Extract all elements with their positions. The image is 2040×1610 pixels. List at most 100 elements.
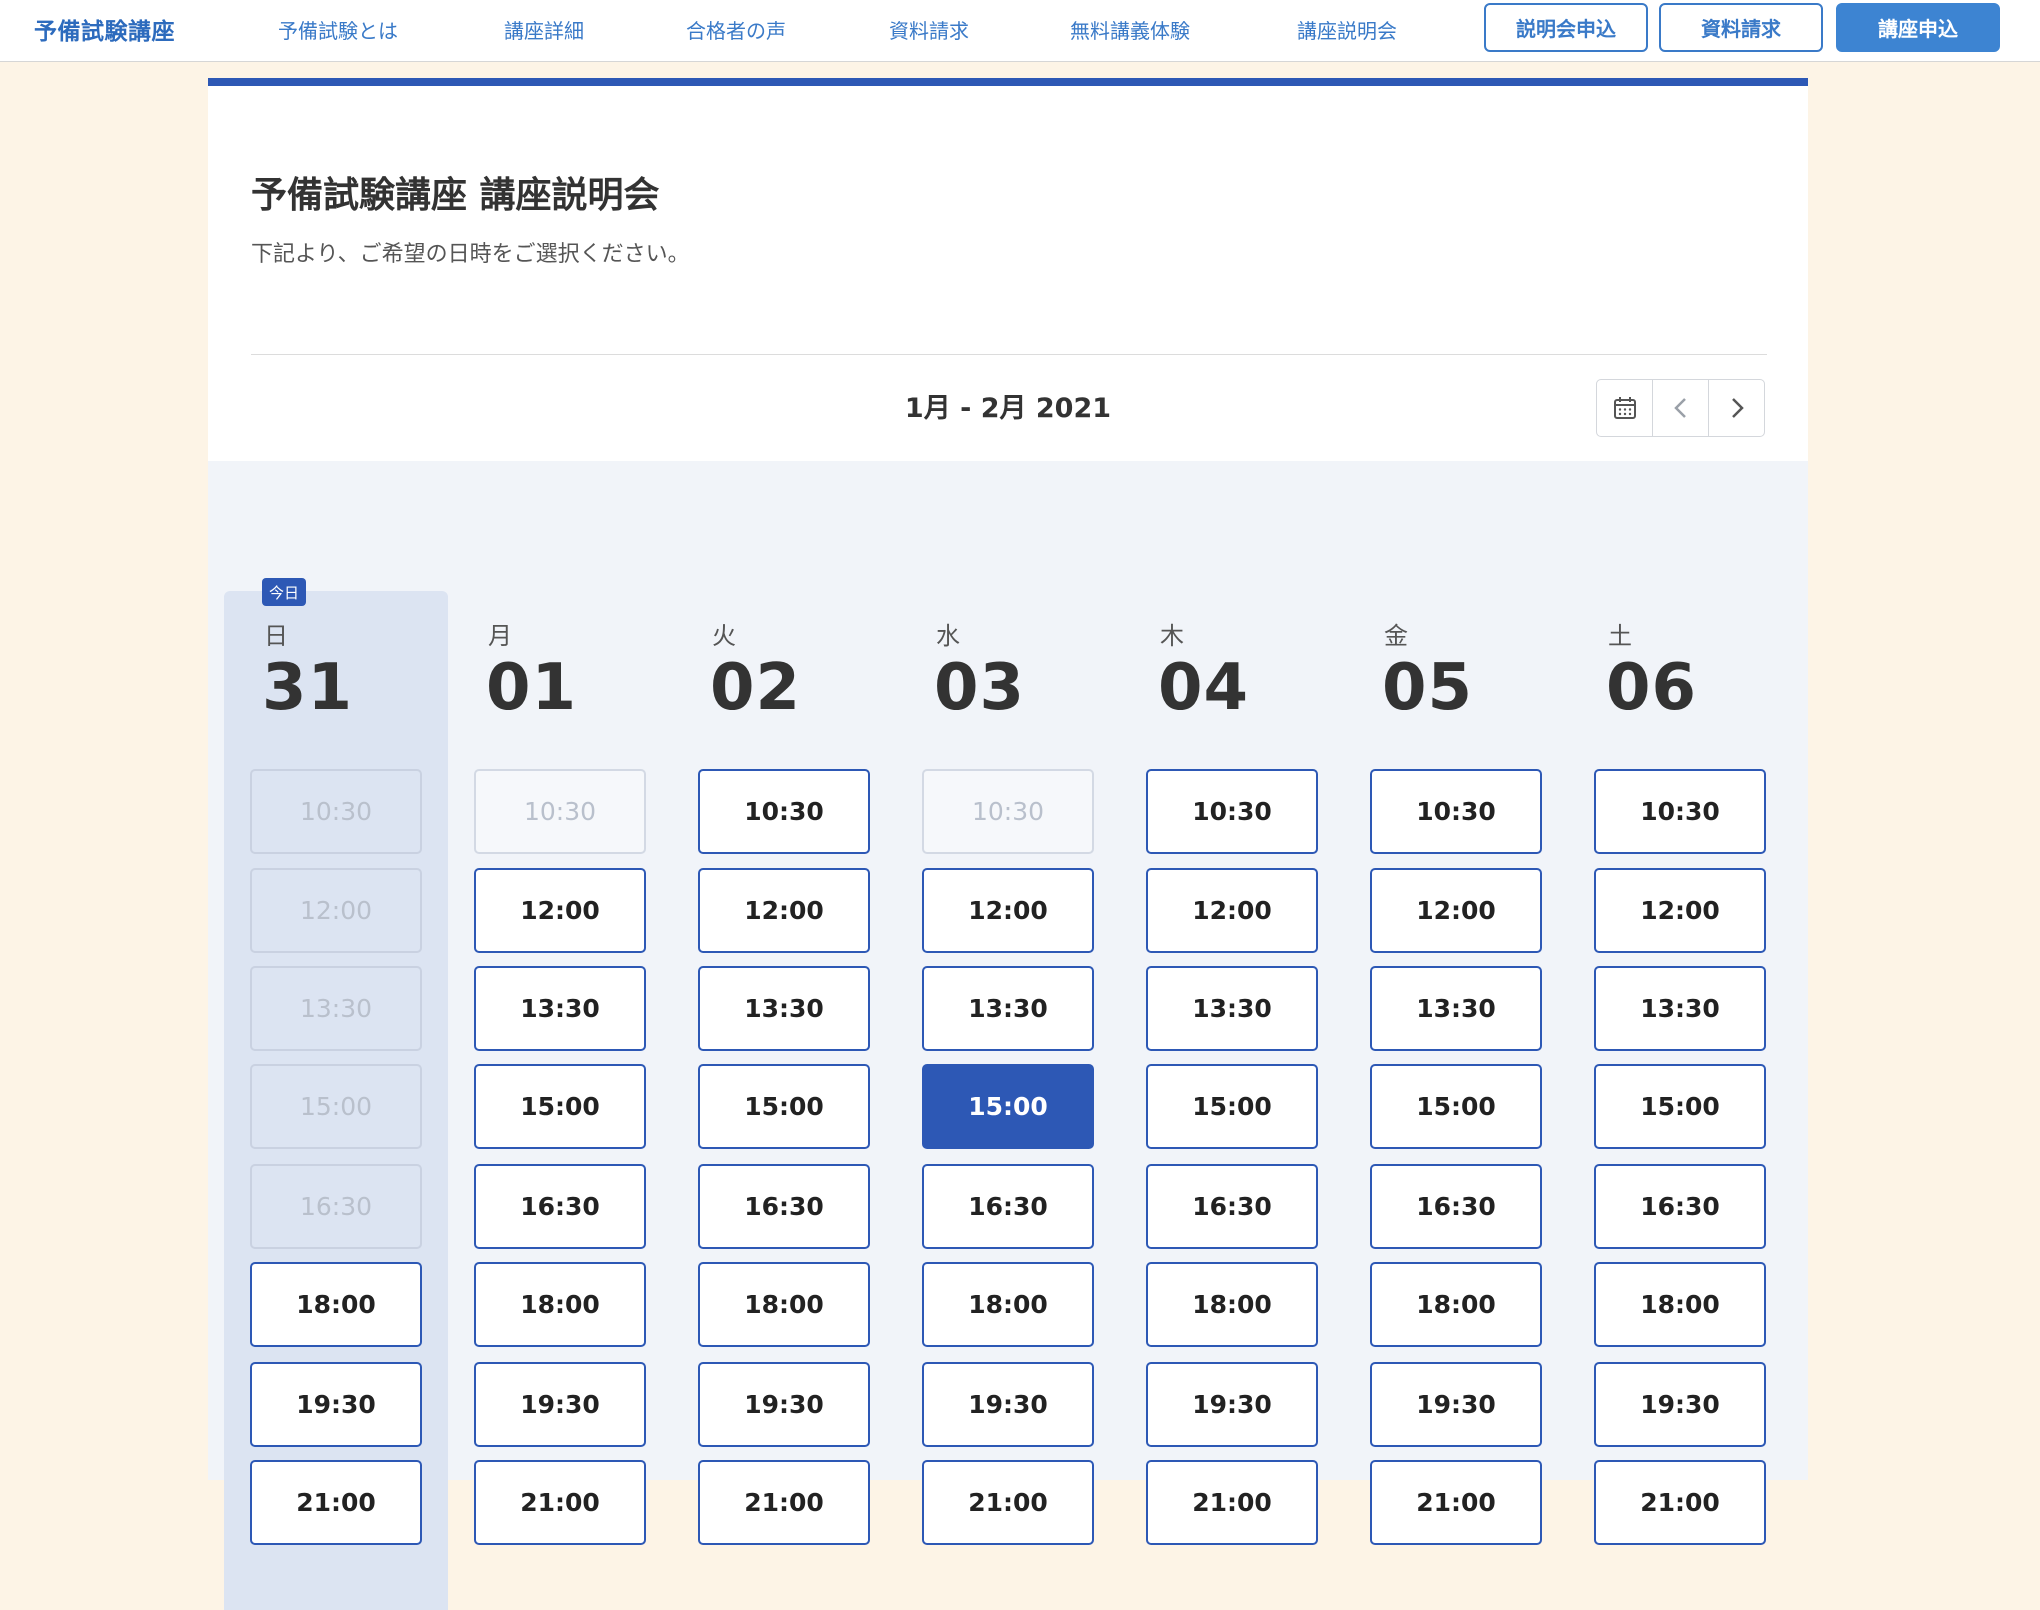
day-of-week-label: 火 (712, 622, 736, 650)
time-slot[interactable]: 10:30 (1370, 769, 1542, 854)
day-column: 月 01 10:30 12:00 13:30 15:00 16:30 18:00 19:30 21… (448, 461, 672, 1545)
day-column: 土 06 10:30 12:00 13:30 15:00 16:30 18:00 19:30 21… (1568, 461, 1792, 1545)
time-slot[interactable]: 13:30 (1146, 966, 1318, 1051)
seminar-apply-button[interactable]: 説明会申込 (1484, 3, 1648, 52)
day-number: 06 (1606, 651, 1698, 725)
time-slot[interactable]: 10:30 (1146, 769, 1318, 854)
time-slot[interactable]: 19:30 (250, 1362, 422, 1447)
time-slot[interactable]: 16:30 (1370, 1164, 1542, 1249)
calendar-picker-button[interactable] (1597, 380, 1653, 436)
time-slot[interactable]: 12:00 (922, 868, 1094, 953)
chevron-right-icon (1731, 398, 1744, 418)
time-slot[interactable]: 21:00 (1370, 1460, 1542, 1545)
day-of-week-label: 月 (488, 622, 512, 650)
day-of-week-label: 土 (1608, 622, 1632, 650)
day-of-week-label: 木 (1160, 622, 1184, 650)
time-slot[interactable]: 10:30 (698, 769, 870, 854)
time-slot: 13:30 (250, 966, 422, 1051)
today-badge: 今日 (262, 578, 306, 606)
time-slot[interactable]: 12:00 (1370, 868, 1542, 953)
day-number: 04 (1158, 651, 1250, 725)
day-number: 02 (710, 651, 802, 725)
time-slot[interactable]: 19:30 (474, 1362, 646, 1447)
time-slot[interactable]: 19:30 (922, 1362, 1094, 1447)
time-slot[interactable]: 16:30 (698, 1164, 870, 1249)
time-slot[interactable]: 15:00 (474, 1064, 646, 1149)
time-slot[interactable]: 13:30 (474, 966, 646, 1051)
time-slot: 10:30 (250, 769, 422, 854)
time-slot: 15:00 (250, 1064, 422, 1149)
time-slot[interactable]: 21:00 (250, 1460, 422, 1545)
next-week-button[interactable] (1709, 380, 1764, 436)
time-slot[interactable]: 21:00 (1146, 1460, 1318, 1545)
day-number: 31 (262, 651, 354, 725)
day-number: 03 (934, 651, 1026, 725)
time-slot[interactable]: 19:30 (1594, 1362, 1766, 1447)
day-column: 水 03 10:30 12:00 13:30 15:00 16:30 18:00 19:30 21… (896, 461, 1120, 1545)
day-column: 火 02 10:30 12:00 13:30 15:00 16:30 18:00 19:30 21… (672, 461, 896, 1545)
nav-link-free-lecture[interactable]: 無料講義体験 (1070, 15, 1190, 44)
materials-request-button[interactable]: 資料請求 (1659, 3, 1823, 52)
time-slot: 16:30 (250, 1164, 422, 1249)
day-column: 木 04 10:30 12:00 13:30 15:00 16:30 18:00 19:30 21… (1120, 461, 1344, 1545)
time-slot[interactable]: 18:00 (922, 1262, 1094, 1347)
time-slot[interactable]: 16:30 (922, 1164, 1094, 1249)
date-range-label: 1月 - 2月 2021 (904, 393, 1112, 424)
time-slot[interactable]: 13:30 (922, 966, 1094, 1051)
divider (251, 354, 1767, 355)
time-slot[interactable]: 19:30 (698, 1362, 870, 1447)
nav-link-seminar[interactable]: 講座説明会 (1297, 15, 1397, 44)
time-slot[interactable]: 18:00 (250, 1262, 422, 1347)
time-slot[interactable]: 12:00 (698, 868, 870, 953)
time-slot[interactable]: 18:00 (698, 1262, 870, 1347)
time-slot[interactable]: 12:00 (474, 868, 646, 953)
time-slot[interactable]: 15:00 (1146, 1064, 1318, 1149)
time-slot[interactable]: 21:00 (922, 1460, 1094, 1545)
calendar-nav-group (1596, 379, 1765, 437)
time-slot: 10:30 (922, 769, 1094, 854)
week-calendar: 今日日 31 10:30 12:00 13:30 15:00 16:30 18:00 19:30… (208, 461, 1808, 1610)
time-slot[interactable]: 13:30 (1594, 966, 1766, 1051)
day-column: 金 05 10:30 12:00 13:30 15:00 16:30 18:00 19:30 21… (1344, 461, 1568, 1545)
time-slot[interactable]: 21:00 (1594, 1460, 1766, 1545)
time-slot: 10:30 (474, 769, 646, 854)
nav-link-course-details[interactable]: 講座詳細 (504, 15, 584, 44)
calendar-icon (1613, 397, 1636, 419)
day-of-week-label: 日 (264, 622, 288, 650)
time-slot[interactable]: 18:00 (474, 1262, 646, 1347)
page-subtitle: 下記より、ご希望の日時をご選択ください。 (251, 242, 690, 267)
day-of-week-label: 金 (1384, 622, 1408, 650)
time-slot[interactable]: 15:00 (698, 1064, 870, 1149)
time-slot[interactable]: 18:00 (1370, 1262, 1542, 1347)
time-slot[interactable]: 21:00 (698, 1460, 870, 1545)
prev-week-button[interactable] (1653, 380, 1709, 436)
course-apply-button[interactable]: 講座申込 (1836, 3, 2000, 52)
time-slot[interactable]: 13:30 (698, 966, 870, 1051)
page-title: 予備試験講座 講座説明会 (251, 175, 660, 216)
time-slot[interactable]: 12:00 (1146, 868, 1318, 953)
day-of-week-label: 水 (936, 622, 960, 650)
time-slot[interactable]: 19:30 (1146, 1362, 1318, 1447)
booking-card: 予備試験講座 講座説明会 下記より、ご希望の日時をご選択ください。 1月 - 2… (208, 78, 1808, 1610)
time-slot[interactable]: 18:00 (1146, 1262, 1318, 1347)
time-slot[interactable]: 10:30 (1594, 769, 1766, 854)
brand-logo[interactable]: 予備試験講座 (34, 12, 175, 46)
time-slot[interactable]: 16:30 (1594, 1164, 1766, 1249)
time-slot[interactable]: 15:00 (1370, 1064, 1542, 1149)
chevron-left-icon (1673, 398, 1686, 418)
nav-link-about[interactable]: 予備試験とは (278, 15, 398, 44)
time-slot-selected[interactable]: 15:00 (922, 1064, 1094, 1149)
time-slot[interactable]: 13:30 (1370, 966, 1542, 1051)
time-slot[interactable]: 16:30 (474, 1164, 646, 1249)
time-slot[interactable]: 12:00 (1594, 868, 1766, 953)
time-slot[interactable]: 15:00 (1594, 1064, 1766, 1149)
time-slot[interactable]: 19:30 (1370, 1362, 1542, 1447)
time-slot[interactable]: 16:30 (1146, 1164, 1318, 1249)
time-slot[interactable]: 18:00 (1594, 1262, 1766, 1347)
day-number: 01 (486, 651, 578, 725)
day-column: 今日日 31 10:30 12:00 13:30 15:00 16:30 18:00 19:30… (224, 578, 448, 1610)
time-slot: 12:00 (250, 868, 422, 953)
nav-link-testimonials[interactable]: 合格者の声 (686, 15, 786, 44)
time-slot[interactable]: 21:00 (474, 1460, 646, 1545)
nav-link-materials[interactable]: 資料請求 (889, 15, 969, 44)
